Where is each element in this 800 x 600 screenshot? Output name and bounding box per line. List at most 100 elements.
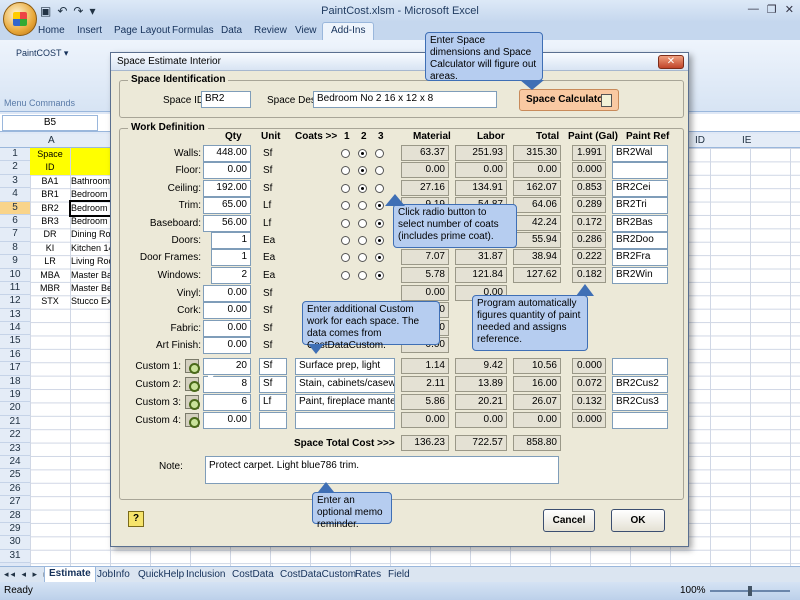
cell-a[interactable]: STX (30, 295, 70, 308)
maximize-button[interactable]: ❐ (767, 3, 777, 16)
cell-a[interactable]: LR (30, 255, 70, 268)
cell-a[interactable]: MBA (30, 269, 70, 282)
cell-b[interactable]: Dining Roo (71, 228, 111, 241)
cell-b[interactable] (71, 362, 111, 375)
work-row-qty[interactable]: 65.00 (203, 197, 251, 215)
row-header[interactable]: 8 (0, 241, 30, 256)
cell-a[interactable] (30, 443, 70, 456)
cell-a[interactable]: MBR (30, 282, 70, 295)
sheet-tab-costdata[interactable]: CostData (232, 569, 274, 580)
note-field[interactable]: Protect carpet. Light blue786 trim. (205, 456, 559, 484)
sheet-tab-inclusion[interactable]: Inclusion (186, 569, 225, 580)
custom-row-qty[interactable]: 0.00 (203, 412, 251, 429)
row-header[interactable]: 28 (0, 509, 30, 523)
coat-1-radio[interactable] (341, 183, 350, 193)
close-window-button[interactable]: ✕ (785, 3, 794, 16)
row-header[interactable]: 10 (0, 268, 30, 282)
cell-a[interactable] (30, 510, 70, 523)
cell-a[interactable] (30, 550, 70, 563)
sheet-tab-quickhelp[interactable]: QuickHelp (138, 569, 184, 580)
custom-row-paint-ref[interactable] (612, 412, 668, 429)
row-header[interactable]: 7 (0, 228, 30, 242)
sheet-tab-rates[interactable]: Rates (355, 569, 381, 580)
cell-a[interactable]: Space (30, 148, 70, 162)
cell-b[interactable] (71, 416, 111, 429)
custom-lookup-icon[interactable] (185, 359, 200, 374)
cell-a[interactable] (30, 362, 70, 375)
cell-b[interactable]: Bedroom N (71, 188, 111, 201)
row-header[interactable]: 14 (0, 322, 30, 336)
work-row-paint-ref[interactable]: BR2Bas (612, 214, 668, 232)
column-header-a[interactable]: A (48, 135, 55, 146)
work-row-qty[interactable]: 56.00 (203, 214, 251, 232)
row-header[interactable]: 4 (0, 188, 30, 202)
cell-a[interactable] (30, 523, 70, 536)
custom-row-paint-ref[interactable]: BR2Cus2 (612, 376, 668, 393)
cell-a[interactable] (30, 537, 70, 550)
row-header[interactable]: 23 (0, 442, 30, 456)
row-header[interactable]: 5 (0, 201, 30, 215)
cell-a[interactable]: BR2 (30, 202, 70, 215)
work-row-paint-ref[interactable]: BR2Win (612, 266, 668, 284)
coat-2-radio[interactable] (358, 270, 367, 280)
coat-1-radio[interactable] (341, 236, 350, 245)
sheet-tab-costdatacustom[interactable]: CostDataCustom (280, 569, 356, 580)
cell-a[interactable]: BA1 (30, 175, 70, 188)
cell-a[interactable] (30, 389, 70, 402)
cell-b[interactable]: Bathroom (71, 175, 111, 188)
zoom-slider-thumb[interactable] (748, 586, 752, 596)
finish-row-qty[interactable]: 0.00 (203, 285, 251, 302)
row-header[interactable]: 30 (0, 536, 30, 550)
minimize-button[interactable]: — (748, 3, 759, 16)
cell-b[interactable] (71, 496, 111, 509)
dialog-close-button[interactable]: ✕ (658, 55, 684, 69)
work-row-qty[interactable]: 448.00 (203, 145, 251, 162)
coat-3-radio[interactable] (375, 218, 384, 228)
cell-b[interactable] (71, 403, 111, 416)
row-header[interactable]: 22 (0, 429, 30, 443)
row-header[interactable]: 11 (0, 281, 30, 296)
cell-a[interactable] (30, 429, 70, 442)
cell-a[interactable]: DR (30, 228, 70, 241)
cell-b[interactable]: Master Bec (71, 282, 111, 295)
cell-b[interactable] (71, 537, 111, 550)
tab-add-ins[interactable]: Add-Ins (322, 22, 375, 40)
sheet-tab-jobinfo[interactable]: JobInfo (97, 569, 130, 580)
zoom-level[interactable]: 100% (680, 585, 706, 596)
name-box[interactable]: B5 (2, 115, 98, 131)
cell-b[interactable] (71, 429, 111, 442)
cell-b[interactable]: Stucco Exte (71, 295, 111, 308)
custom-lookup-icon[interactable] (185, 395, 200, 410)
cell-b[interactable] (71, 456, 111, 469)
cell-a[interactable] (30, 456, 70, 469)
tab-view[interactable]: View (295, 25, 317, 36)
cell-a[interactable]: KI (30, 242, 70, 255)
cell-b[interactable] (71, 309, 111, 322)
tab-review[interactable]: Review (254, 25, 287, 36)
custom-row-unit[interactable]: Sf (259, 358, 287, 375)
cell-a[interactable] (30, 336, 70, 349)
coat-3-radio[interactable] (375, 270, 384, 280)
work-row-qty[interactable]: 1 (211, 249, 251, 267)
cell-a[interactable]: ID (30, 161, 70, 175)
custom-row-unit[interactable] (259, 412, 287, 429)
tab-home[interactable]: Home (38, 25, 65, 36)
row-header[interactable]: 1 (0, 148, 30, 162)
tab-page-layout[interactable]: Page Layout (114, 25, 170, 36)
work-row-paint-ref[interactable] (612, 162, 668, 180)
coat-3-radio[interactable] (375, 236, 384, 245)
row-header[interactable]: 18 (0, 375, 30, 390)
row-header[interactable]: 16 (0, 348, 30, 363)
custom-lookup-icon[interactable] (185, 377, 200, 392)
row-header[interactable]: 25 (0, 469, 30, 483)
row-header[interactable]: 31 (0, 549, 30, 564)
row-header[interactable]: 29 (0, 522, 30, 537)
work-row-paint-ref[interactable]: BR2Tri (612, 197, 668, 215)
finish-row-qty[interactable]: 0.00 (203, 337, 251, 355)
row-header[interactable]: 3 (0, 174, 30, 189)
work-row-qty[interactable]: 2 (211, 266, 251, 284)
tab-insert[interactable]: Insert (77, 25, 102, 36)
cell-b[interactable] (71, 483, 111, 496)
tab-formulas[interactable]: Formulas (172, 25, 214, 36)
custom-row-qty[interactable]: 6 (203, 394, 251, 411)
